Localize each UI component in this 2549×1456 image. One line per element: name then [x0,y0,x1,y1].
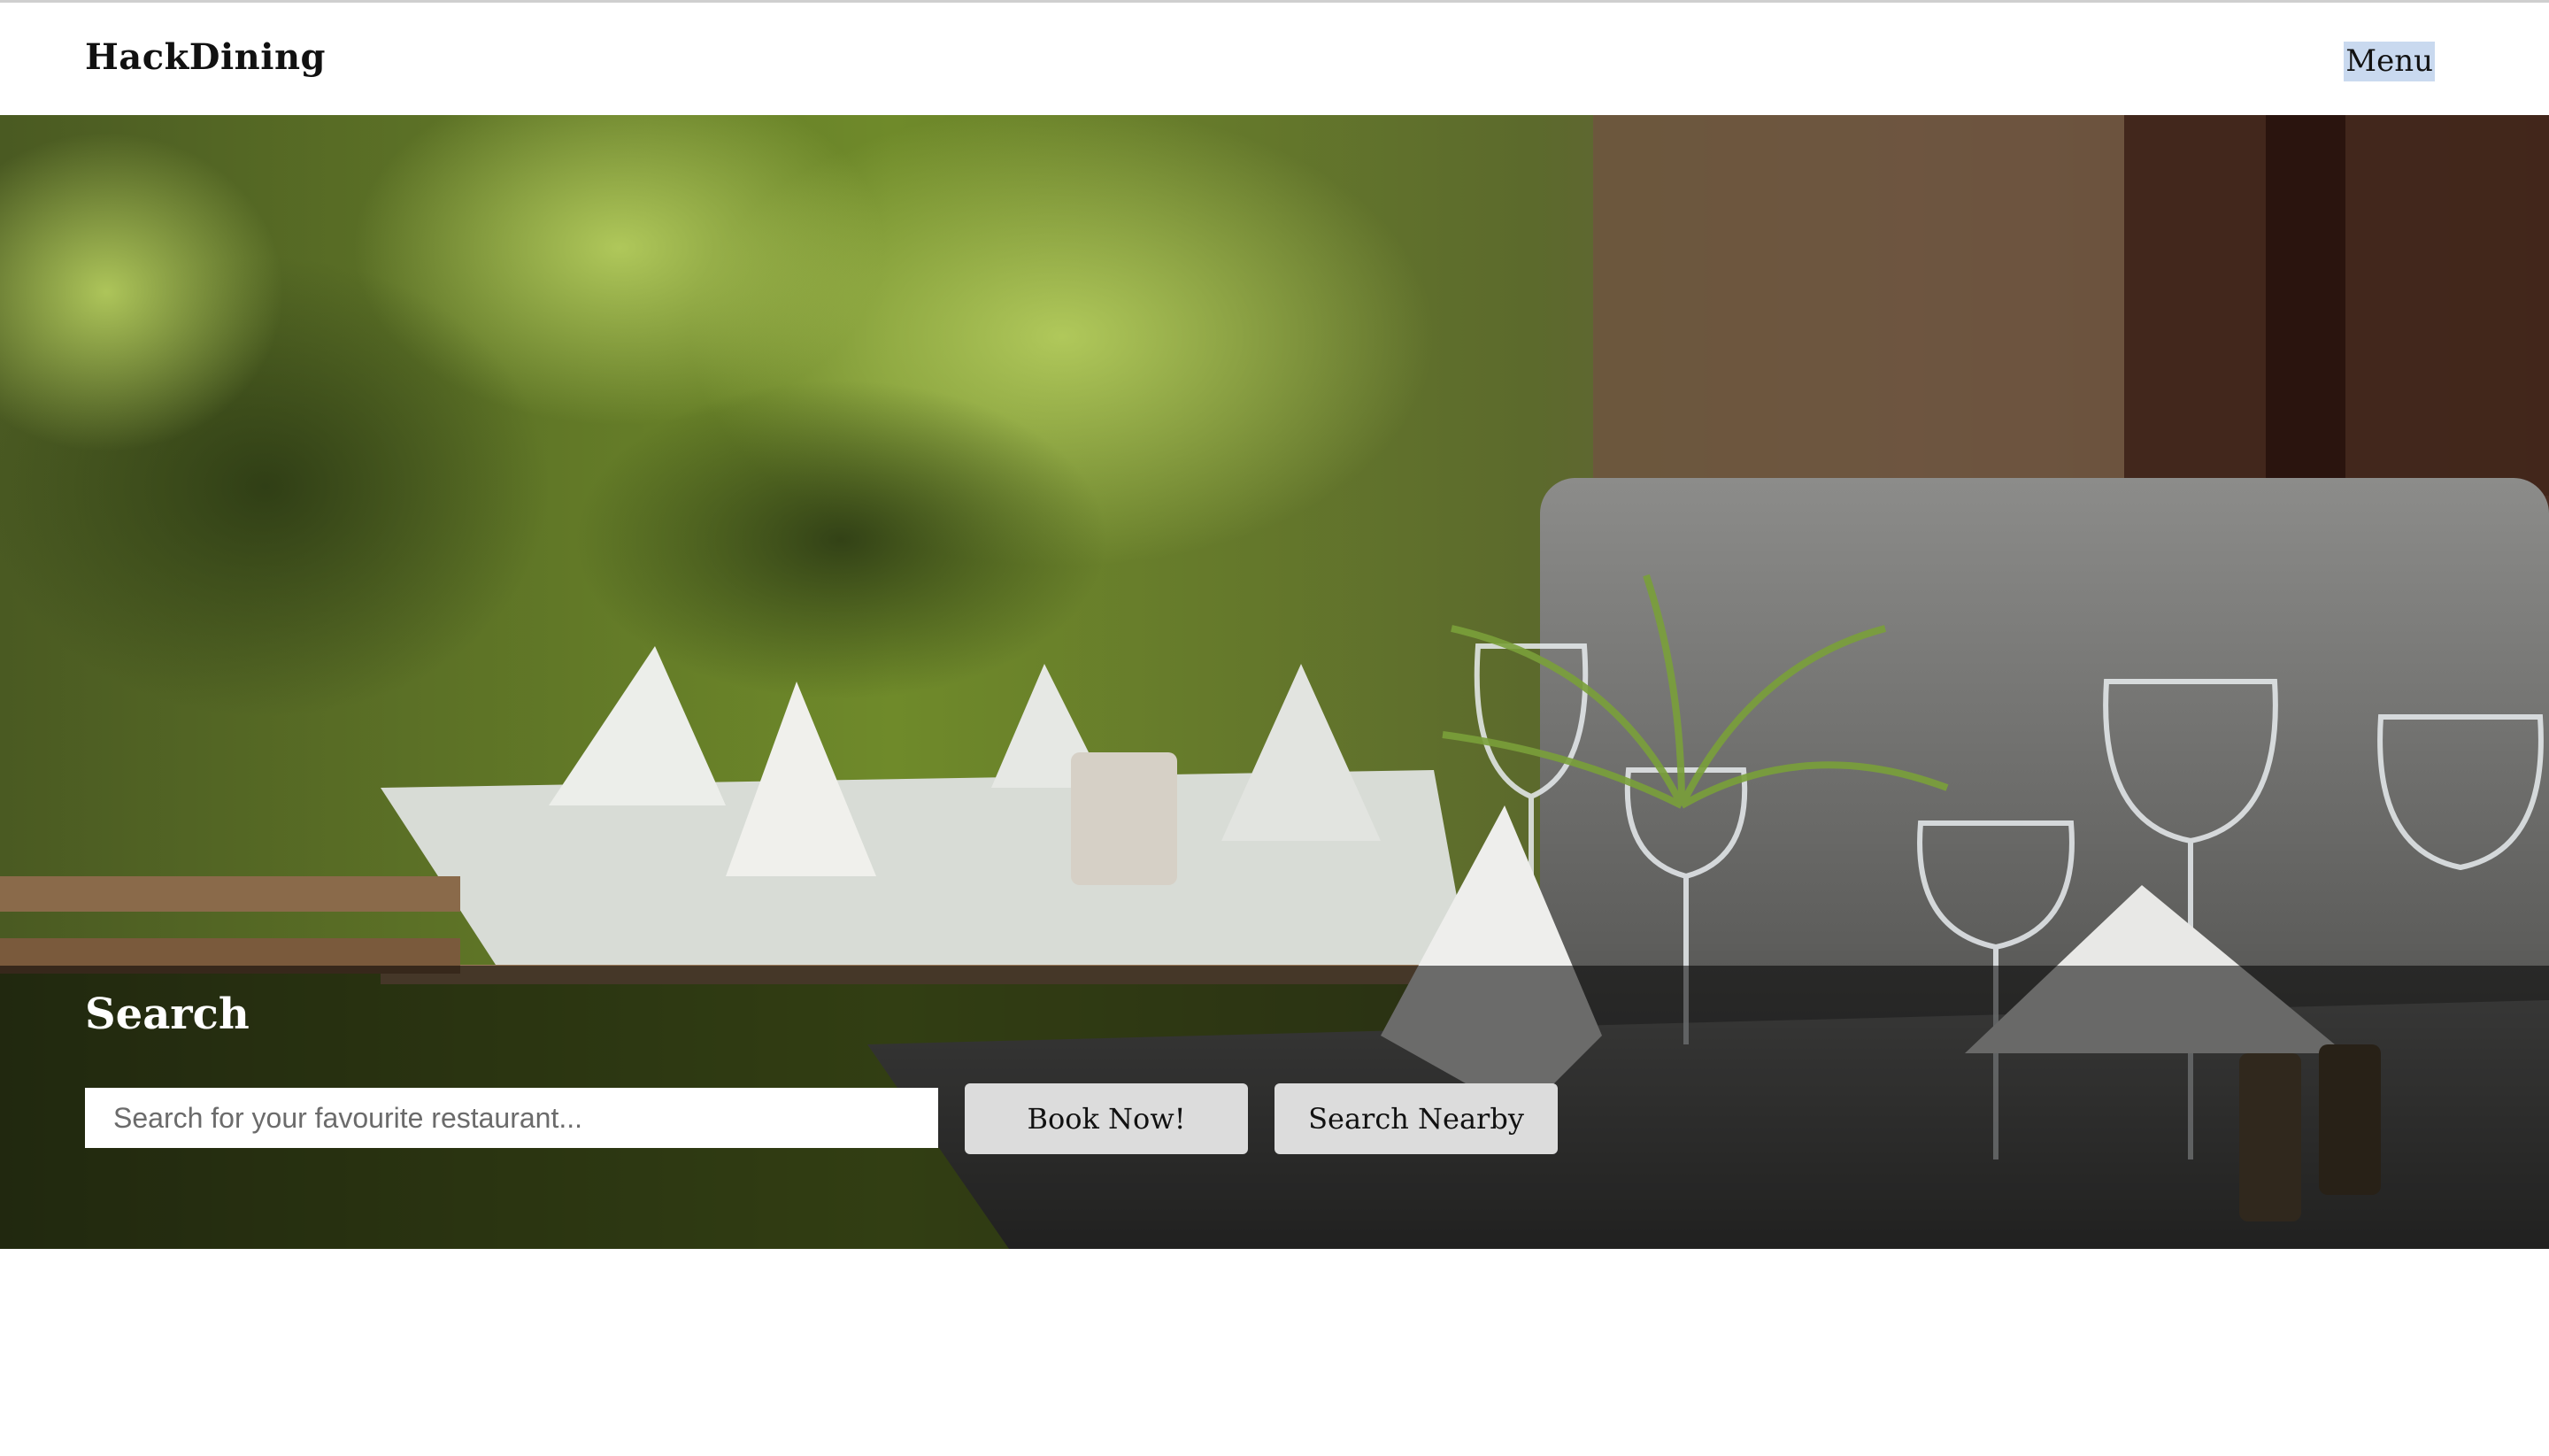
restaurant-search-input[interactable] [85,1088,938,1148]
top-navbar: HackDining Menu [0,0,2549,115]
book-now-button[interactable]: Book Now! [965,1083,1248,1154]
page: HackDining Menu Search Search for your f… [0,0,2549,1456]
brand-logo-text[interactable]: HackDining [85,36,326,78]
search-nearby-button[interactable]: Search Nearby [1274,1083,1558,1154]
menu-link[interactable]: Menu [2344,42,2435,81]
search-heading: Search [85,990,250,1039]
